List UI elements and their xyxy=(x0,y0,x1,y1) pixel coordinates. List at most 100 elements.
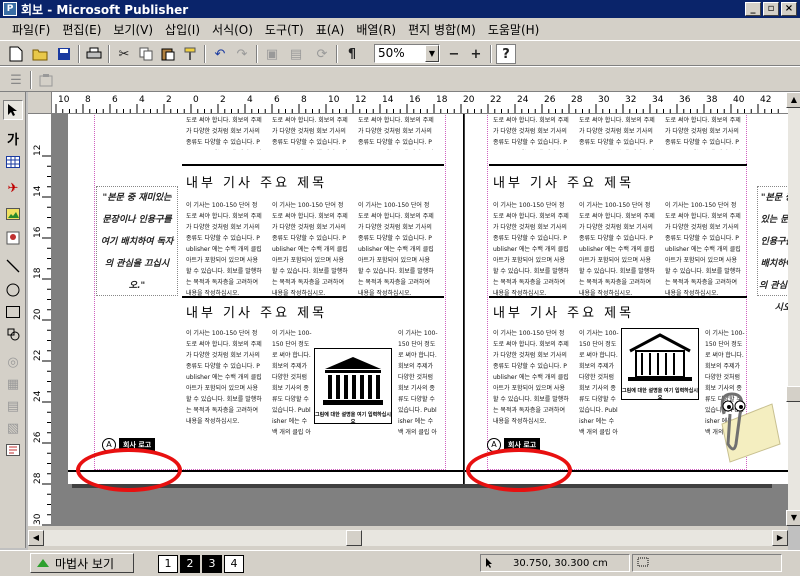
open-folder-icon[interactable] xyxy=(30,44,50,64)
show-special-characters-icon[interactable]: ¶ xyxy=(342,44,362,64)
body-text-col[interactable]: 이 기사는 100-150 단어 정도로 써야 합니다. 회보의 주제가 다양한… xyxy=(579,200,655,296)
form-control-tool-icon[interactable]: ▤ xyxy=(3,396,23,416)
minimize-button[interactable]: _ xyxy=(745,2,761,16)
body-text-col[interactable]: 이 기사는 100-150 단어 정도로 써야 합니다. 회보의 주제가 다양한… xyxy=(665,114,741,150)
horizontal-scrollbar[interactable]: ◀ ▶ xyxy=(28,526,788,550)
table-frame-tool-icon[interactable] xyxy=(3,152,23,172)
copy-icon[interactable] xyxy=(136,44,156,64)
body-text-col[interactable]: 이 기사는 100-150 단어 정도로 써야 합니다. 회보의 주제가 다양한… xyxy=(579,114,655,150)
zoom-out-button[interactable]: − xyxy=(444,44,464,64)
close-button[interactable]: × xyxy=(781,2,797,16)
page-tab-3[interactable]: 3 xyxy=(202,555,222,573)
ruler-label: 0 xyxy=(193,95,199,105)
menu-table[interactable]: 표(A) xyxy=(310,19,351,40)
zoom-select[interactable]: 50% ▼ xyxy=(374,44,440,63)
menu-view[interactable]: 보기(V) xyxy=(107,19,159,40)
line-tool-icon[interactable] xyxy=(3,256,23,276)
scroll-left-icon[interactable]: ◀ xyxy=(28,530,44,546)
picture-frame-tool-icon[interactable] xyxy=(3,204,23,224)
paste-icon[interactable] xyxy=(158,44,178,64)
ruler-label: 12 xyxy=(355,95,366,105)
menu-edit[interactable]: 편집(E) xyxy=(56,19,107,40)
menu-help[interactable]: 도움말(H) xyxy=(482,19,546,40)
custom-shapes-tool-icon[interactable] xyxy=(3,324,23,344)
menu-file[interactable]: 파일(F) xyxy=(6,19,56,40)
body-text-col[interactable]: 이 기사는 100-150 단어 정도로 써야 합니다. 회보의 주제가 다양한… xyxy=(493,114,569,150)
article-heading[interactable]: 내부 기사 주요 제목 xyxy=(186,302,327,321)
picture-frame[interactable]: 그림에 대한 설명을 여기 입력하십시오 xyxy=(621,328,699,401)
body-text-col[interactable]: 이 기사는 100-150 단어 정도로 써야 합니다. 회보의 주제가 다양한… xyxy=(665,200,741,296)
restore-button[interactable]: ▫ xyxy=(763,2,779,16)
body-text-col[interactable]: 이 기사는 100-150 단어 정도로 써야 합니다. 회보의 주제가 다양한… xyxy=(186,328,262,436)
ruler-corner[interactable] xyxy=(28,92,52,114)
help-icon[interactable]: ? xyxy=(496,44,516,64)
text-frame-tool-icon[interactable]: 가 xyxy=(3,128,23,148)
clip-gallery-tool-icon[interactable] xyxy=(3,228,23,248)
ruler-label: 36 xyxy=(679,95,691,105)
pointer-tool-icon[interactable] xyxy=(3,100,23,120)
object-tool-icon[interactable]: ▦ xyxy=(3,374,23,394)
body-text-col[interactable]: 이 기사는 100-150 단어 정도로 써야 합니다. 회보의 주제가 다양한… xyxy=(272,114,348,150)
body-text-col[interactable]: 이 기사는 100-150 단어 정도로 써야 합니다. 회보의 주제가 다양한… xyxy=(579,328,619,436)
body-text-col[interactable]: 이 기사는 100-150 단어 정도로 써야 합니다. 회보의 주제가 다양한… xyxy=(493,200,569,296)
menu-arrange[interactable]: 배열(R) xyxy=(350,19,402,40)
body-text-col[interactable]: 이 기사는 100-150 단어 정도로 써야 합니다. 회보의 주제가 다양한… xyxy=(358,200,434,296)
send-to-back-icon[interactable]: ▤ xyxy=(286,44,306,64)
scroll-down-icon[interactable]: ▼ xyxy=(786,510,800,526)
format-object-icon[interactable] xyxy=(36,70,56,90)
scroll-thumb[interactable] xyxy=(346,530,362,546)
vertical-ruler[interactable]: 12 14 16 18 20 22 24 26 28 30 xyxy=(28,114,52,526)
body-text-col[interactable]: 이 기사는 100-150 단어 정도로 써야 합니다. 회보의 주제가 다양한… xyxy=(272,200,348,296)
page-2[interactable]: "본문 중 재미있는 문장이나 인용구를 여기 배치하여 독자의 관심을 끄십시… xyxy=(68,114,464,484)
menu-tools[interactable]: 도구(T) xyxy=(259,19,310,40)
menu-format[interactable]: 서식(O) xyxy=(206,19,259,40)
scroll-track[interactable] xyxy=(44,530,772,546)
wordart-frame-tool-icon[interactable]: ✈ xyxy=(3,178,23,198)
body-text-col[interactable]: 이 기사는 100-150 단어 정도로 써야 합니다. 회보의 주제가 다양한… xyxy=(493,328,569,436)
body-text-col[interactable]: 이 기사는 100-150 단어 정도로 써야 합니다. 회보의 주제가 다양한… xyxy=(186,200,262,296)
pull-quote[interactable]: "본문 중 재미있는 문장이나 인용구를 여기 배치하여 독자의 관심을 끄십시… xyxy=(757,186,788,313)
horizontal-ruler[interactable]: 10 8 6 4 2 0 2 4 6 8 10 12 14 16 18 20 22 24 26 28 30 32 34 36 3… xyxy=(52,92,788,114)
menu-mail-merge[interactable]: 편지 병합(M) xyxy=(402,19,482,40)
design-gallery-object-icon[interactable]: ◎ xyxy=(3,352,23,372)
save-disk-icon[interactable] xyxy=(54,44,74,64)
custom-rotate-icon[interactable]: ⟳ xyxy=(312,44,332,64)
format-painter-icon[interactable] xyxy=(180,44,200,64)
bring-to-front-icon[interactable]: ▣ xyxy=(262,44,282,64)
body-text-col[interactable]: 이 기사는 100-150 단어 정도로 써야 합니다. 회보의 주제가 다양한… xyxy=(272,328,312,436)
page-tab-1[interactable]: 1 xyxy=(158,555,178,573)
show-wizard-button[interactable]: 마법사 보기 xyxy=(30,553,134,573)
undo-icon[interactable]: ↶ xyxy=(210,44,230,64)
picture-caption: 그림에 대한 설명을 여기 입력하십시오 xyxy=(315,412,391,425)
oval-tool-icon[interactable] xyxy=(3,280,23,300)
scroll-thumb[interactable] xyxy=(786,386,800,402)
body-text-col[interactable]: 이 기사는 100-150 단어 정도로 써야 합니다. 회보의 주제가 다양한… xyxy=(186,114,262,150)
article-heading[interactable]: 내부 기사 주요 제목 xyxy=(493,302,634,321)
article-heading[interactable]: 내부 기사 주요 제목 xyxy=(186,172,327,191)
scroll-right-icon[interactable]: ▶ xyxy=(772,530,788,546)
page-tab-4[interactable]: 4 xyxy=(224,555,244,573)
html-code-tool-icon[interactable]: ▧ xyxy=(3,418,23,438)
document-workspace[interactable]: "본문 중 재미있는 문장이나 인용구를 여기 배치하여 독자의 관심을 끄십시… xyxy=(52,114,788,526)
print-icon[interactable] xyxy=(84,44,104,64)
body-text-col[interactable]: 이 기사는 100-150 단어 정도로 써야 합니다. 회보의 주제가 다양한… xyxy=(358,114,434,150)
office-assistant[interactable] xyxy=(702,384,782,464)
ruler-label: 22 xyxy=(490,95,501,105)
body-text-col[interactable]: 이 기사는 100-150 단어 정도로 써야 합니다. 회보의 주제가 다양한… xyxy=(398,328,438,436)
hotspot-tool-icon[interactable] xyxy=(3,440,23,460)
article-heading[interactable]: 내부 기사 주요 제목 xyxy=(493,172,634,191)
publisher-app-icon[interactable]: P xyxy=(3,2,17,16)
cut-scissors-icon[interactable]: ✂ xyxy=(114,44,134,64)
rectangle-tool-icon[interactable] xyxy=(3,302,23,322)
vertical-scrollbar[interactable]: ▲ ▼ xyxy=(786,92,800,526)
chevron-down-icon[interactable]: ▼ xyxy=(425,45,439,62)
redo-icon[interactable]: ↷ xyxy=(232,44,252,64)
pull-quote[interactable]: "본문 중 재미있는 문장이나 인용구를 여기 배치하여 독자의 관심을 끄십시… xyxy=(96,186,178,296)
formatting-toolbar: ☰ xyxy=(0,66,800,92)
new-document-icon[interactable] xyxy=(6,44,26,64)
zoom-in-button[interactable]: + xyxy=(466,44,486,64)
page-tab-2[interactable]: 2 xyxy=(180,555,200,573)
scroll-up-icon[interactable]: ▲ xyxy=(786,92,800,108)
menu-insert[interactable]: 삽입(I) xyxy=(159,19,206,40)
picture-frame[interactable]: 그림에 대한 설명을 여기 입력하십시오 xyxy=(314,348,392,425)
